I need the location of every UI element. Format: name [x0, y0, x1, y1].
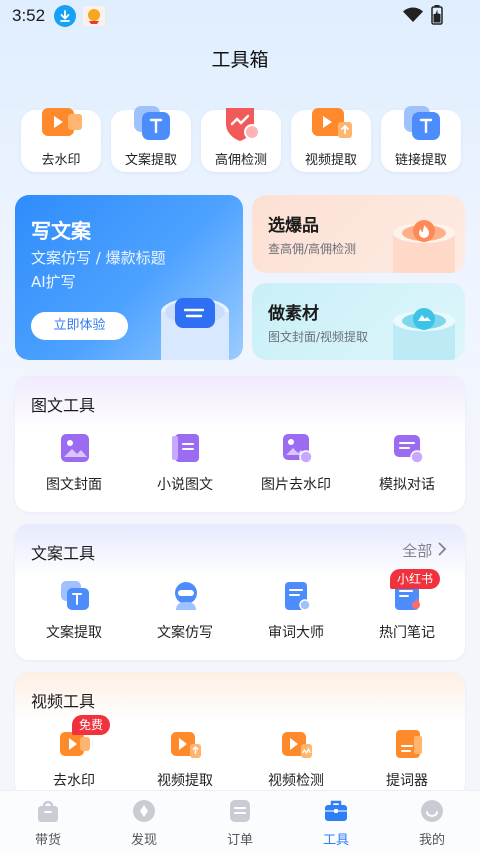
tool-label: 热门笔记	[379, 625, 435, 641]
chevron-right-icon	[437, 542, 447, 560]
status-bar: 3:52	[0, 0, 480, 32]
video-tools-section: 视频工具 去水印 免费 视频提取 视频检测 提词器	[15, 672, 465, 797]
make-material-subtitle: 图文封面/视频提取	[268, 330, 369, 344]
write-copy-subtitle-2: AI扩写	[31, 273, 76, 291]
image-text-tools-section: 图文工具 图文封面 小说图文 图片去水印 模拟对话	[15, 376, 465, 512]
tool-image-watermark-removal[interactable]: 图片去水印	[240, 432, 352, 504]
video-upload-icon	[170, 728, 202, 760]
profile-icon	[420, 799, 444, 823]
page-title: 工具箱	[211, 49, 269, 71]
section-title: 文案工具	[31, 544, 96, 563]
make-material-title: 做素材	[268, 304, 319, 324]
quick-tool-video-extract[interactable]: 视频提取	[291, 108, 371, 172]
quick-tool-label: 去水印	[41, 153, 81, 168]
robot-icon	[170, 580, 202, 612]
toolbox-icon	[324, 799, 348, 823]
battery-icon	[431, 5, 443, 29]
image-eraser-icon	[281, 432, 313, 464]
fire-box-illustration	[387, 217, 461, 273]
quick-tool-label: 视频提取	[304, 153, 357, 168]
quick-tool-commission-check[interactable]: 高佣检测	[201, 108, 281, 172]
status-time: 3:52	[12, 6, 46, 25]
tool-video-watermark-removal[interactable]: 去水印	[18, 728, 130, 797]
write-copy-subtitle-1: 文案仿写 / 爆款标题	[31, 249, 166, 267]
tool-label: 提词器	[386, 773, 428, 789]
tool-label: 模拟对话	[379, 477, 435, 493]
nav-label: 带货	[34, 833, 61, 848]
nav-item-profile[interactable]: 我的	[384, 797, 480, 849]
explosive-products-subtitle: 查高佣/高佣检测	[268, 242, 357, 256]
trend-shield-icon	[220, 104, 264, 144]
nav-item-orders[interactable]: 订单	[192, 797, 288, 849]
explosive-products-title: 选爆品	[268, 216, 319, 236]
tool-label: 视频检测	[268, 773, 324, 789]
nav-item-tools[interactable]: 工具	[288, 797, 384, 849]
text-stack-icon	[59, 580, 91, 612]
quick-tool-label: 链接提取	[394, 153, 447, 168]
xiaohongshu-badge: 小红书	[390, 569, 441, 589]
tool-teleprompter[interactable]: 提词器	[351, 728, 463, 797]
view-all-label: 全部	[402, 542, 433, 560]
section-title: 视频工具	[31, 692, 96, 711]
tool-mock-chat[interactable]: 模拟对话	[351, 432, 463, 504]
video-upload-icon	[310, 104, 354, 144]
link-stack-icon	[400, 104, 444, 144]
bag-icon	[36, 799, 60, 823]
tool-label: 文案提取	[46, 625, 102, 641]
nav-label: 工具	[322, 833, 349, 848]
copy-tools-section: 文案工具 全部 文案提取 文案仿写 审词大师 热门笔记 小红书	[15, 524, 465, 660]
quick-tool-copy-extract[interactable]: 文案提取	[111, 106, 191, 172]
nav-label: 发现	[130, 833, 157, 848]
order-icon	[228, 799, 252, 823]
tool-word-review-master[interactable]: 审词大师	[240, 580, 352, 652]
make-material-card[interactable]: 做素材 图文封面/视频提取	[252, 283, 465, 360]
tool-label: 视频提取	[157, 773, 213, 789]
quick-tool-watermark-removal[interactable]: 去水印	[21, 108, 101, 172]
tool-hot-notes[interactable]: 热门笔记	[351, 580, 463, 652]
wifi-icon	[403, 7, 423, 27]
compass-icon	[132, 799, 156, 823]
try-now-button[interactable]: 立即体验	[31, 312, 128, 340]
book-icon	[170, 432, 202, 464]
download-icon	[54, 5, 76, 27]
tool-video-detection[interactable]: 视频检测	[240, 728, 352, 797]
video-wave-icon	[281, 728, 313, 760]
quick-tool-label: 高佣检测	[214, 153, 267, 168]
tool-label: 图片去水印	[261, 477, 331, 493]
prompter-icon	[392, 728, 424, 760]
free-badge: 免费	[72, 715, 111, 735]
app-notification-icon	[83, 6, 105, 26]
image-cover-icon	[59, 432, 91, 464]
material-box-illustration	[387, 305, 461, 360]
section-title: 图文工具	[31, 396, 96, 415]
doc-search-icon	[281, 580, 313, 612]
bottom-navigation: 带货 发现 订单 工具 我的	[0, 790, 480, 853]
video-play-icon	[40, 104, 84, 144]
ai-box-illustration	[145, 290, 243, 360]
tool-label: 文案仿写	[157, 625, 213, 641]
tool-copy-extract[interactable]: 文案提取	[18, 580, 130, 652]
explosive-products-card[interactable]: 选爆品 查高佣/高佣检测	[252, 195, 465, 273]
tool-label: 审词大师	[268, 625, 324, 641]
chat-icon	[392, 432, 424, 464]
tool-novel-image-text[interactable]: 小说图文	[129, 432, 241, 504]
tool-image-cover[interactable]: 图文封面	[18, 432, 130, 504]
tool-label: 去水印	[53, 773, 95, 789]
nav-label: 我的	[418, 833, 445, 848]
nav-item-discover[interactable]: 发现	[96, 797, 192, 849]
view-all-link[interactable]: 全部	[402, 540, 447, 561]
quick-tool-label: 文案提取	[124, 153, 177, 168]
write-copy-title: 写文案	[31, 219, 91, 243]
nav-label: 订单	[226, 833, 253, 848]
tool-label: 图文封面	[46, 477, 102, 493]
write-copy-card[interactable]: 写文案 文案仿写 / 爆款标题 AI扩写 立即体验	[15, 195, 243, 360]
nav-item-sales[interactable]: 带货	[0, 797, 96, 849]
text-stack-icon	[130, 104, 174, 144]
tool-label: 小说图文	[157, 477, 213, 493]
tool-copy-imitate[interactable]: 文案仿写	[129, 580, 241, 652]
quick-tool-link-extract[interactable]: 链接提取	[381, 106, 461, 172]
tool-video-extract[interactable]: 视频提取	[129, 728, 241, 797]
